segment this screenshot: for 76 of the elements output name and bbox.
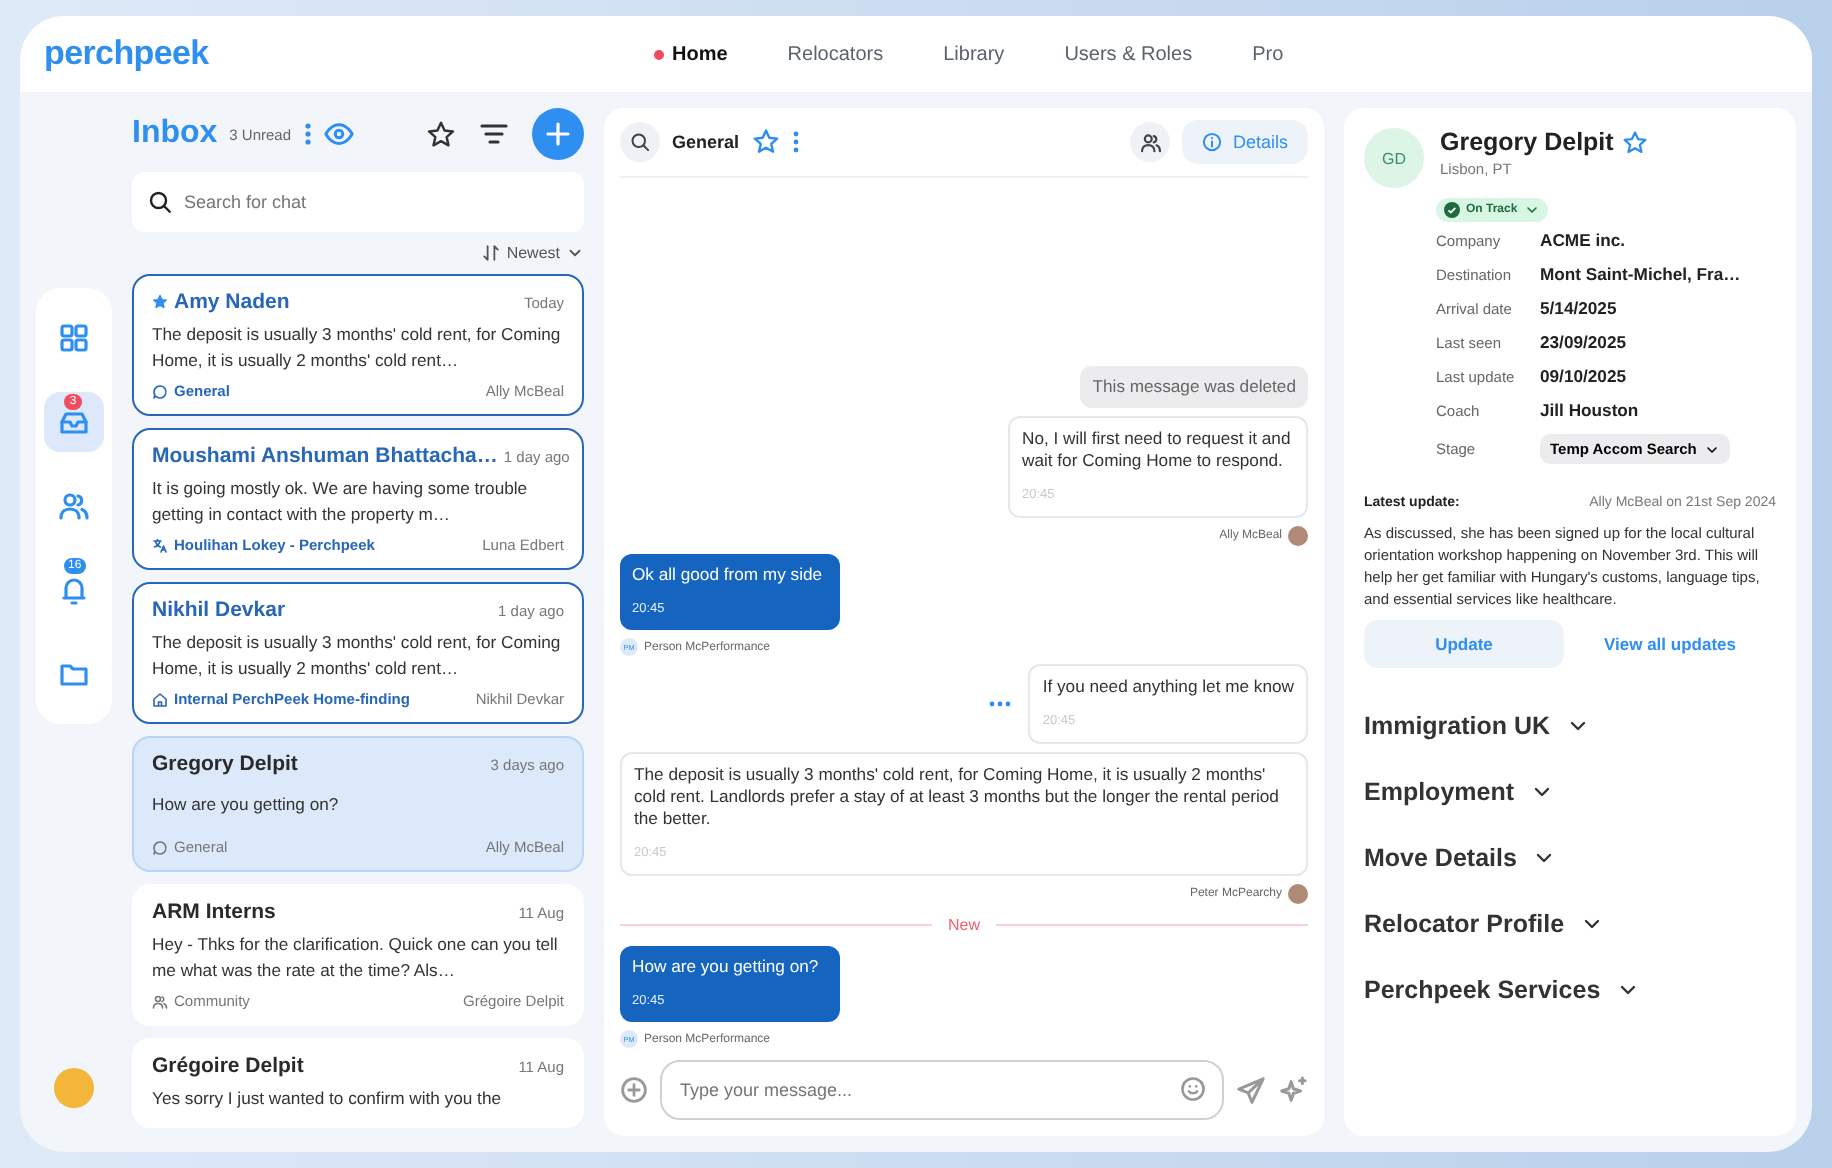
field-value: 5/14/2025 [1540, 298, 1619, 318]
bell-icon [58, 574, 90, 606]
plus-icon [546, 122, 570, 146]
emoji-icon [1180, 1076, 1206, 1102]
contact-name: Grégoire Delpit [152, 1054, 304, 1078]
sort-dropdown[interactable]: Newest [482, 244, 584, 262]
add-button[interactable] [532, 108, 584, 160]
folder-icon [58, 658, 90, 690]
message-preview: It is going mostly ok. We are having some trouble getting in contact with the property m… [152, 476, 530, 528]
send-icon[interactable] [1236, 1075, 1266, 1105]
caret-icon [566, 244, 584, 262]
nav-link[interactable]: Home [624, 35, 758, 73]
inbox-tray-icon [58, 406, 90, 438]
field-value: Jill Houston [1540, 400, 1641, 420]
message-text: Ok all good from my side [632, 564, 825, 586]
sort-icon [482, 244, 501, 262]
message-preview: Hey - Thks for the clarification. Quick one can you tell me what was the rate at the time? Als… [152, 932, 560, 984]
message-preview: The deposit is usually 3 months' cold rent, for Coming Home, it is usually 2 months' cold rent… [152, 630, 563, 682]
people-icon[interactable] [1130, 122, 1171, 162]
sparkle-icon[interactable] [1278, 1075, 1308, 1105]
field-value: 09/10/2025 [1540, 366, 1629, 386]
chat-icon [152, 839, 168, 855]
search-icon[interactable] [620, 122, 660, 162]
caret-icon [1523, 202, 1540, 218]
section-header[interactable]: Perchpeek Services [1364, 956, 1776, 1022]
message-field[interactable]: Type your message... [660, 1060, 1224, 1120]
field-value: ACME inc. [1540, 230, 1627, 250]
section-header[interactable]: Employment [1364, 758, 1776, 824]
section-header[interactable]: Immigration UK [1364, 692, 1776, 758]
nav-link[interactable]: Pro [1222, 35, 1314, 73]
message-text: No, I will first need to request it and wait for Coming Home to respond. [1022, 428, 1293, 472]
nav-link[interactable]: Users & Roles [1034, 35, 1223, 73]
house-icon [152, 691, 168, 707]
channel-name: General [672, 132, 740, 152]
chat-icon [152, 383, 168, 399]
star-icon[interactable] [426, 119, 456, 149]
eye-icon[interactable] [323, 122, 354, 146]
check-icon [1444, 202, 1460, 218]
avatar-initials: GD [1364, 128, 1424, 188]
people-icon [58, 490, 90, 522]
contact-name: Amy Naden [174, 290, 290, 314]
avatar [1288, 526, 1308, 546]
new-divider-label: New [948, 916, 981, 934]
message-text: How are you getting on? [632, 956, 821, 978]
message-text: If you need anything let me know [1042, 676, 1294, 698]
section-header[interactable]: Relocator Profile [1364, 890, 1776, 956]
info-icon [1202, 132, 1223, 152]
filter-icon[interactable] [480, 122, 508, 146]
contact-name: Moushami Anshuman Bhattacha… [152, 444, 498, 468]
message-text: The deposit is usually 3 months' cold rent, for Coming Home, it is usually 2 months' cold rent. Landlords prefer a stay of at least 3 months but the longer the rental period the better. [634, 764, 1281, 830]
contact-name: Gregory Delpit [152, 752, 298, 776]
nav-link[interactable]: Library [913, 35, 1035, 73]
search-field[interactable]: Search for chat [132, 172, 584, 232]
contact-name: Nikhil Devkar [152, 598, 286, 622]
translate-icon [152, 537, 168, 553]
nav-link[interactable]: Relocators [757, 35, 914, 73]
field-value: Mont Saint-Michel, Fra… [1540, 264, 1743, 284]
message-text: This message was deleted [1092, 376, 1296, 398]
message-preview: Yes sorry I just wanted to confirm with you the [152, 1086, 504, 1112]
more-icon[interactable] [988, 700, 1013, 708]
avatar [1288, 884, 1308, 904]
grid-icon [58, 322, 90, 354]
star-icon [751, 128, 780, 156]
add-icon[interactable] [620, 1076, 648, 1104]
people-icon [152, 993, 168, 1009]
search-icon [148, 190, 172, 214]
message-preview: How are you getting on? [152, 792, 341, 818]
section-header[interactable]: Move Details [1364, 824, 1776, 890]
more-icon[interactable] [303, 122, 312, 146]
field-value: 23/09/2025 [1540, 332, 1629, 352]
caret-icon [1704, 441, 1721, 457]
profile-name: Gregory Delpit [1440, 128, 1614, 156]
inbox-title: Inbox [132, 116, 218, 152]
message-preview: The deposit is usually 3 months' cold rent, for Coming Home, it is usually 2 months' cold rent… [152, 322, 563, 374]
contact-name: ARM Interns [152, 900, 276, 924]
more-icon[interactable] [791, 130, 800, 154]
